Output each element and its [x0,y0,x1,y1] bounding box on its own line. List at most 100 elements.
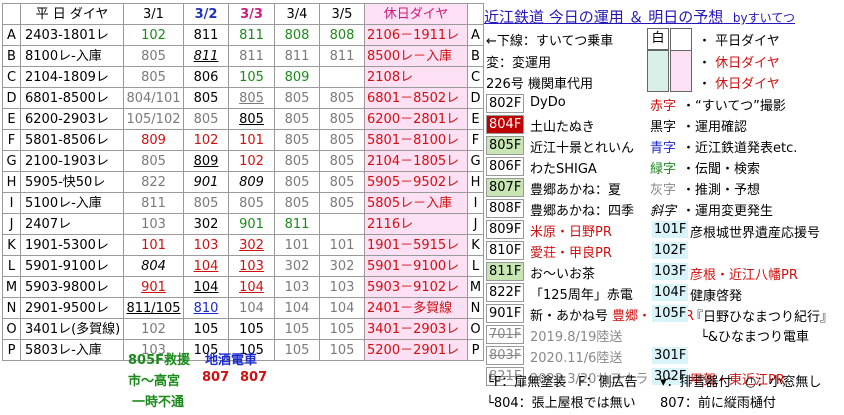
row-value: 805 [274,192,320,214]
train-name: お～いお茶 [530,267,596,282]
row-letter-right: K [467,234,484,256]
row-holiday: 5903－9102レ [364,276,468,298]
row-value: 808 [274,24,320,46]
color-key-value: ・運用確認 [682,120,748,135]
grid-row-e: E 6200-2903レ 105/102 805 805 805 805 6200－2801レ… [2,108,484,130]
row-value: 302 [319,255,365,277]
row-value: 105 [274,339,320,361]
row-value: 805 [274,171,320,193]
local-sake-note: 地酒電車 [205,353,258,368]
row-letter: H [2,171,21,193]
train-badge: 701F [486,325,525,344]
row-letter-right: A [467,24,484,46]
grid-row-n: N 2901-9500レ 811/105 810 104 104 104 2401－多賀線 N [2,297,484,319]
row-value: 804 [123,255,184,277]
train-badge: 804F [486,115,525,134]
color-key-value: ・推測・予想 [682,183,761,198]
row-value: 104 [183,276,229,298]
train-badge: 803F [486,346,525,365]
row-letter-right: H [467,171,484,193]
row-letter-right: F [467,129,484,151]
row-value: 302 [228,234,275,256]
row-value: 104 [228,276,275,298]
row-value: 105 [183,318,229,340]
color-key-label: 灰字 [650,183,677,198]
grid-row-k: K 1901-5300レ 101 103 302 101 101 1901－5915レ K [2,234,484,256]
row-value: 805 [319,150,365,172]
row-schedule: 6200-2903レ [20,108,124,130]
row-holiday: 5805レ－入庫 [364,192,468,214]
row-value: 805 [228,192,275,214]
train-badge: 811F [486,262,525,281]
row-value: 811 [274,45,320,67]
row-schedule: 2403-1801レ [20,24,124,46]
row-holiday: 2116レ [364,213,468,235]
grid-row-m: M 5903-9800レ 901 104 104 103 103 5903－9102レ M [2,276,484,298]
grid-row-o: O 3401レ(多賀線) 102 105 105 105 105 3401－2903レ O [2,318,484,340]
section-note: 市～高宮 [128,374,181,389]
row-letter: B [2,45,21,67]
row-letter: G [2,150,21,172]
train-name: 2020.11/6陸送 [530,351,623,366]
header-d34: 3/4 [274,3,320,25]
schedule-grid: 平 日 ダイヤ 3/1 3/2 3/3 3/4 3/5 休日ダイヤ A 2403-… [2,3,484,361]
temp-stop-note: 一時不通 [132,395,185,410]
row-value: 806 [183,66,229,88]
row-letter: L [2,255,21,277]
row-schedule: 2104-1809レ [20,66,124,88]
small-train-badge: 102F [652,242,689,259]
row-value: 805 [228,108,275,130]
row-value: 103 [319,276,365,298]
color-key-value: ・“すいてつ”撮影 [682,99,786,114]
row-value: 805 [319,129,365,151]
row-letter-right: D [467,87,484,109]
row-value: 302 [274,255,320,277]
legend-swatch-green [647,50,669,92]
row-value: 811 [183,45,229,67]
row-letter: D [2,87,21,109]
row-value: 102 [123,318,184,340]
row-value: 105 [274,318,320,340]
row-value: 901 [183,171,229,193]
train-name: 「125周年」赤電 [530,288,633,303]
footer-f3: ▾：排雪器付 [660,375,732,390]
row-letter: A [2,24,21,46]
page-title: 近江鉄道 今日の運用 ＆ 明日の予想 byすいてつ [484,8,795,26]
row-value: 811 [183,24,229,46]
row-schedule: 2100-1903レ [20,150,124,172]
row-value: 809 [183,150,229,172]
row-schedule: 1901-5300レ [20,234,124,256]
color-key-value: ・運用変更発生 [682,204,774,219]
grid-row-h: H 5905-快50レ 822 901 809 805 805 5905－9502レ H [2,171,484,193]
train-name: 豊郷あかね：四季 [530,204,635,219]
row-value: 822 [123,171,184,193]
row-schedule: 5801-8506レ [20,129,124,151]
row-value: 805 [274,108,320,130]
row-letter-right: I [467,192,484,214]
row-letter-right: P [467,339,484,361]
row-value: 101 [123,234,184,256]
row-value: 804/101 [123,87,184,109]
row-letter-right: M [467,276,484,298]
train-name: 愛荘・甲良PR [530,246,612,261]
header-d35: 3/5 [319,3,365,25]
legend-change: 変：変運用 [486,56,552,71]
row-value: 805 [183,108,229,130]
row-value: 105 [228,66,275,88]
grid-row-g: G 2100-1903レ 805 809 102 805 805 2104－1805レ G [2,150,484,172]
header-d32: 3/2 [183,3,229,25]
color-key-label: 青字 [650,141,677,156]
train-name: 土山たぬき [530,120,595,135]
row-value: 805 [319,87,365,109]
row-letter-right: B [467,45,484,67]
row-holiday: 2104－1805レ [364,150,468,172]
row-value: 102 [228,150,275,172]
train-name: 豊郷あかね：夏 [530,183,622,198]
row-letter: P [2,339,21,361]
row-schedule: 8100レ-入庫 [20,45,124,67]
row-letter-right: N [467,297,484,319]
row-holiday: 5801－8100レ [364,129,468,151]
train-badge: 808F [486,199,525,218]
train-name: 米原・日野PR [530,225,612,240]
grid-row-c: C 2104-1809レ 805 806 105 809 2108レ C [2,66,484,88]
